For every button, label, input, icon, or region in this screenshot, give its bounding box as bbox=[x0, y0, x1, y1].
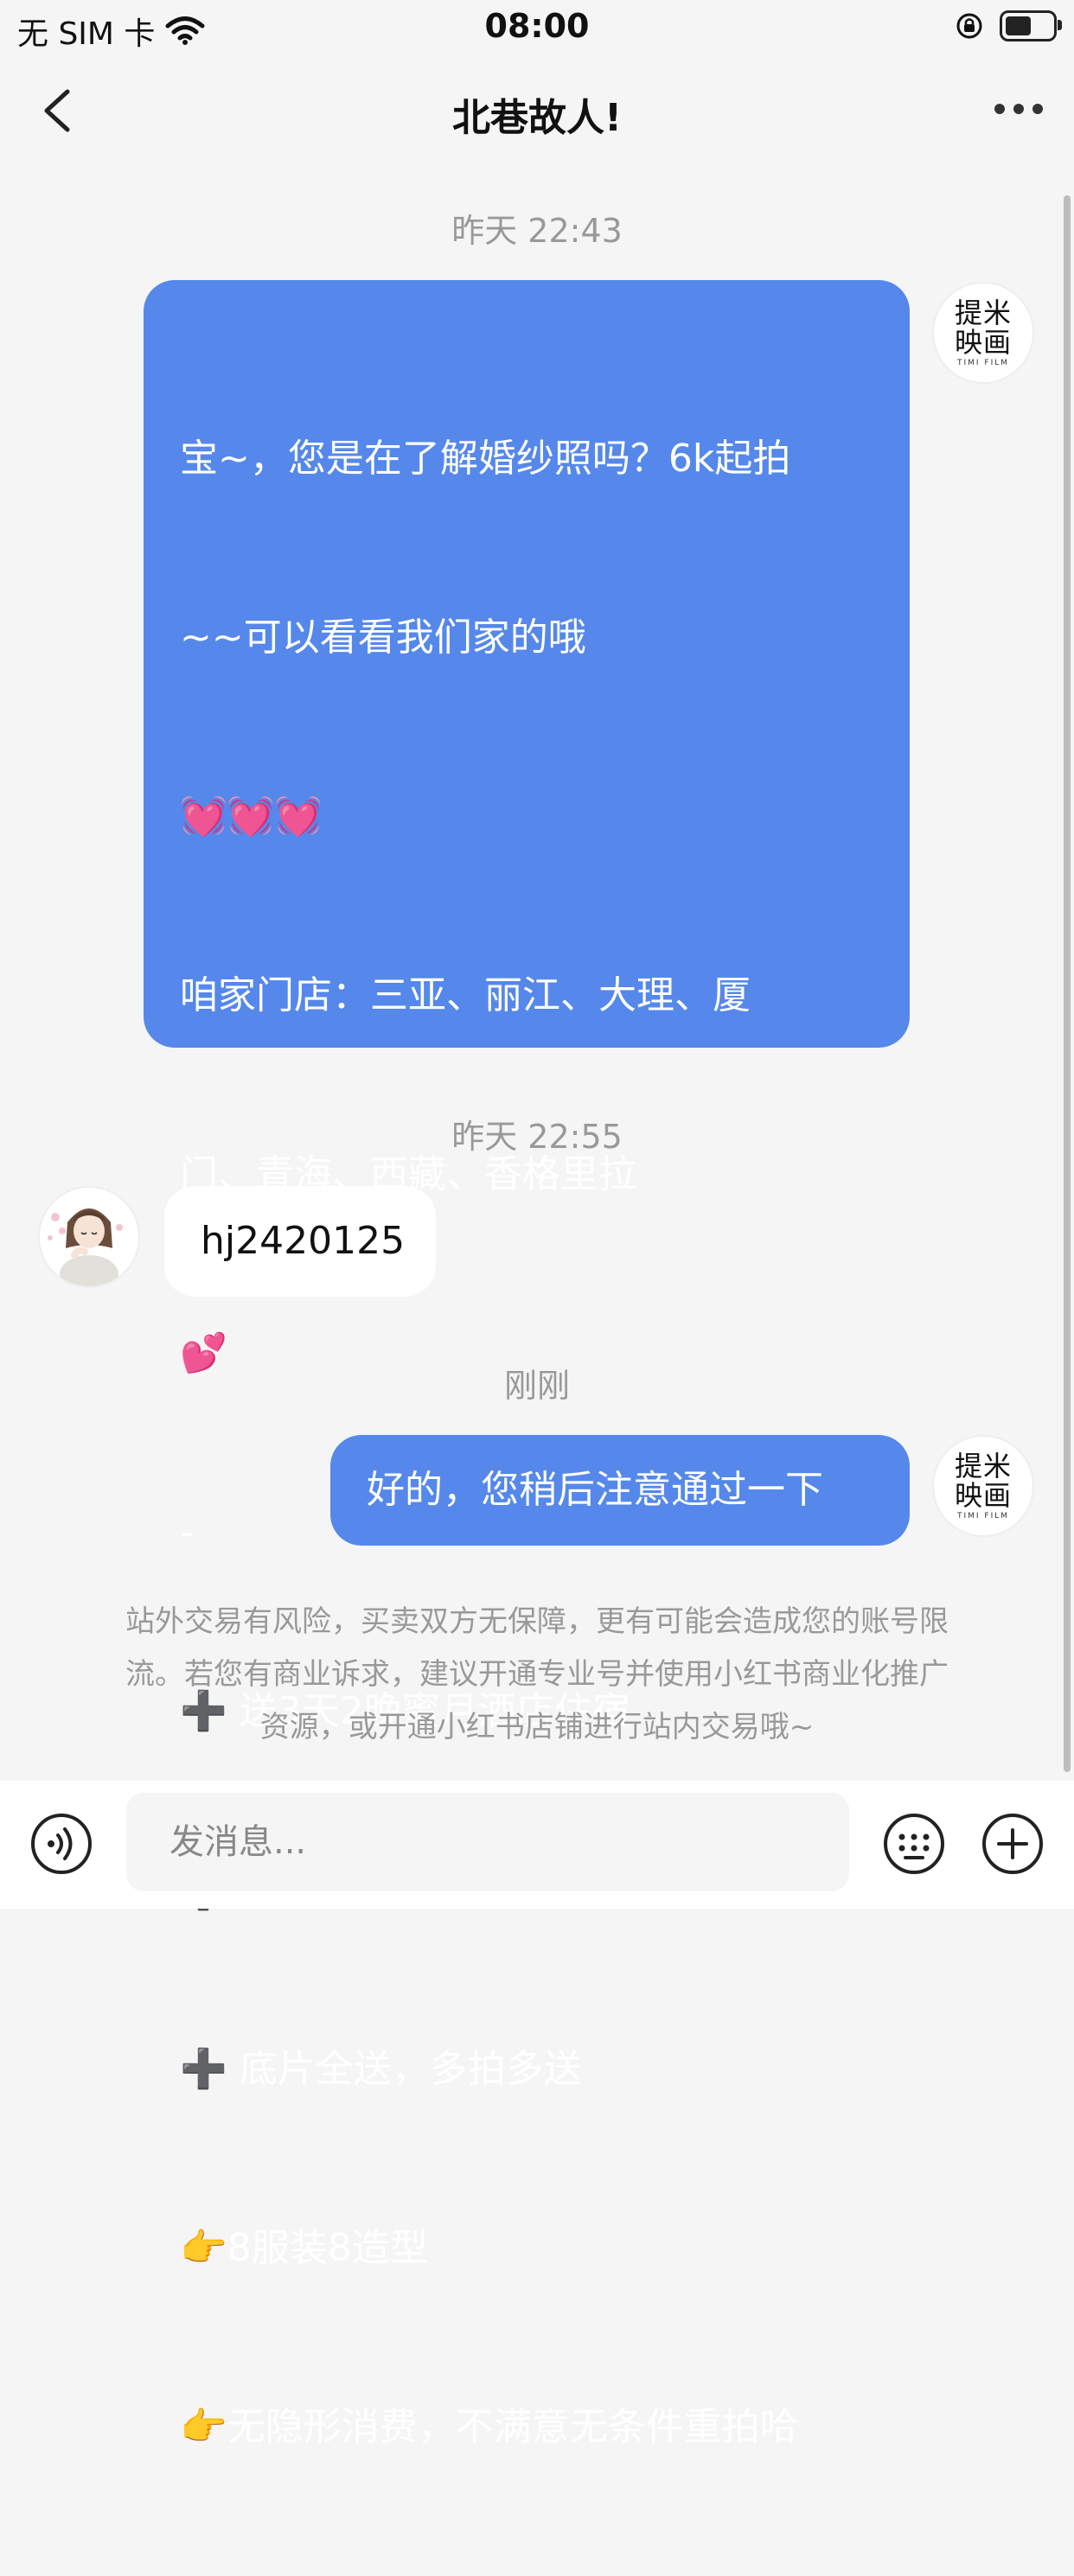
message-bubble-outgoing[interactable]: 宝~，您是在了解婚纱照吗？6k起拍 ~~可以看看我们家的哦 💓💓💓 咱家门店：三… bbox=[144, 280, 910, 2449]
avatar-brand-sub: TIMI FILM bbox=[956, 359, 1010, 367]
message-line: ~~可以看看我们家的哦 bbox=[180, 615, 586, 660]
notice-line: 流。若您有商业诉求，建议开通专业号并使用小红书商业化推广 bbox=[125, 1657, 949, 1692]
avatar-brand-sub: TIMI FILM bbox=[956, 1512, 1010, 1521]
nav-bar: 北巷故人! bbox=[0, 69, 1074, 152]
emoji-icon[interactable] bbox=[882, 1812, 946, 1876]
voice-icon[interactable] bbox=[29, 1812, 93, 1876]
risk-notice: 站外交易有风险，买卖双方无保障，更有可能会造成您的账号限 流。若您有商业诉求，建… bbox=[78, 1596, 996, 1754]
message-line: ➕ 底片全送，多拍多送 bbox=[180, 2047, 582, 2091]
message-line: 宝~，您是在了解婚纱照吗？6k起拍 bbox=[180, 437, 791, 481]
status-time: 08:00 bbox=[484, 7, 590, 45]
avatar-brand-line2: 映画 bbox=[954, 1479, 1012, 1512]
avatar[interactable] bbox=[38, 1186, 140, 1288]
status-right bbox=[955, 10, 1062, 41]
timestamp: 刚刚 bbox=[503, 1367, 570, 1405]
message-text: hj2420125 bbox=[201, 1219, 406, 1263]
plus-icon[interactable] bbox=[981, 1812, 1045, 1876]
more-dot bbox=[1013, 104, 1024, 114]
message-line: 👉8服装8造型 bbox=[180, 2226, 428, 2270]
avatar[interactable]: 提米 映画 TIMI FILM bbox=[932, 1435, 1034, 1537]
orientation-lock-icon bbox=[956, 13, 982, 39]
more-dot bbox=[1032, 104, 1043, 114]
avatar[interactable]: 提米 映画 TIMI FILM bbox=[932, 282, 1034, 384]
message-bubble-outgoing[interactable]: 好的，您稍后注意通过一下 bbox=[330, 1435, 910, 1546]
notice-line: 资源，或开通小红书店铺进行站内交易哦~ bbox=[259, 1710, 815, 1744]
avatar-brand-line1: 提米 bbox=[954, 296, 1012, 329]
status-bar: 无 SIM 卡 08:00 bbox=[0, 0, 1074, 55]
scrollbar[interactable] bbox=[1064, 195, 1071, 1772]
input-bar bbox=[0, 1781, 1074, 1909]
more-dots-icon[interactable] bbox=[994, 104, 1043, 114]
battery-fill bbox=[1006, 16, 1031, 35]
message-input[interactable] bbox=[126, 1793, 849, 1891]
more-dot bbox=[994, 104, 1005, 114]
message-line: 👉无隐形消费，不满意无条件重拍哈 bbox=[180, 2405, 798, 2449]
message-text: 好的，您稍后注意通过一下 bbox=[367, 1468, 823, 1512]
notice-line: 站外交易有风险，买卖双方无保障，更有可能会造成您的账号限 bbox=[125, 1604, 949, 1639]
user-avatar-illustration bbox=[48, 1208, 123, 1286]
timestamp: 昨天 22:43 bbox=[451, 212, 623, 250]
page-title: 北巷故人! bbox=[451, 96, 623, 140]
avatar-brand-line2: 映画 bbox=[954, 326, 1012, 359]
message-bubble-incoming[interactable]: hj2420125 bbox=[164, 1186, 436, 1297]
timestamp: 昨天 22:55 bbox=[451, 1118, 623, 1156]
message-line: 💓💓💓 bbox=[180, 794, 323, 838]
battery-icon bbox=[1000, 10, 1062, 41]
message-line: 咱家门店：三亚、丽江、大理、厦 bbox=[180, 973, 751, 1017]
avatar-brand-line1: 提米 bbox=[954, 1450, 1012, 1482]
